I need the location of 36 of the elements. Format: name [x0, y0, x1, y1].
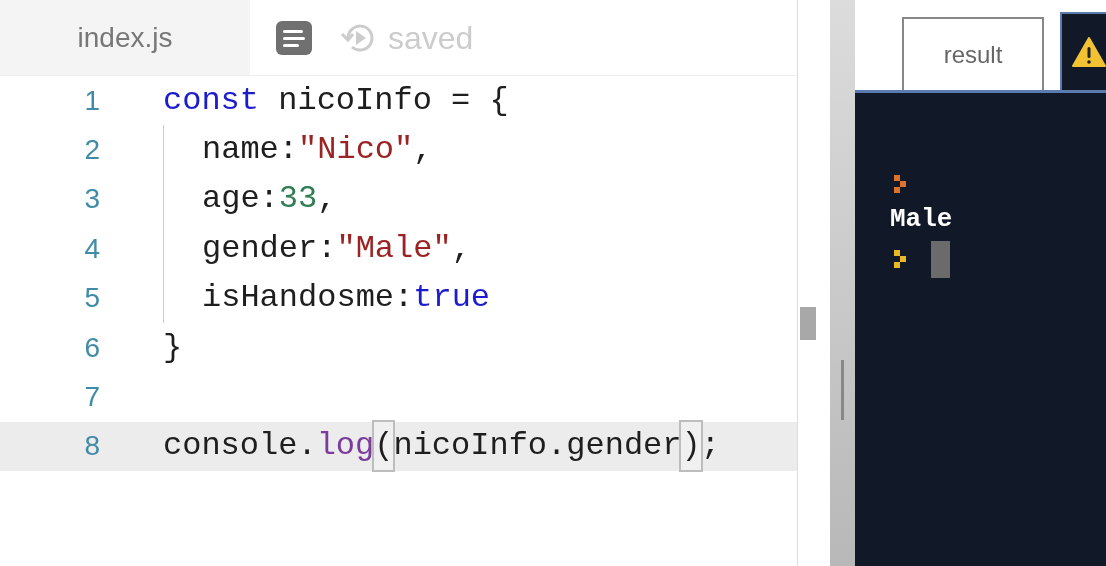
- scrollbar-thumb[interactable]: [800, 307, 817, 340]
- code-token: age:: [202, 179, 279, 220]
- line-number: 2: [83, 133, 100, 168]
- bracket-match: (: [374, 422, 394, 471]
- code-token: const: [163, 80, 259, 121]
- file-tab[interactable]: index.js: [0, 0, 250, 75]
- code-token: ,: [451, 228, 471, 269]
- code-token: ,: [413, 130, 433, 171]
- code-token: isHandosme:: [202, 278, 414, 319]
- result-tab[interactable]: result: [902, 17, 1044, 90]
- warning-tab[interactable]: [1060, 12, 1106, 90]
- format-icon[interactable]: [276, 20, 312, 55]
- line-number: 4: [83, 231, 100, 266]
- code-token: console.: [163, 426, 317, 467]
- code-token: ,: [317, 179, 337, 220]
- code-token: }: [163, 327, 183, 368]
- code-token: true: [413, 278, 491, 319]
- code-token: gender:: [202, 228, 337, 269]
- code-token: log: [316, 426, 375, 467]
- line-number: 5: [83, 281, 100, 316]
- line-number: 8: [83, 429, 100, 464]
- line-number: 3: [83, 182, 100, 217]
- code-token: "Nico": [298, 130, 414, 171]
- code-token: nicoInfo = {: [277, 80, 509, 121]
- line-number: 1: [83, 83, 100, 118]
- code-token: 33: [278, 179, 318, 220]
- code-token: name:: [202, 130, 298, 171]
- line-number: 7: [83, 380, 100, 415]
- bracket-match: ): [681, 422, 701, 471]
- line-number: 6: [83, 330, 100, 365]
- warning-icon: [1072, 37, 1106, 67]
- console-output: Male: [890, 203, 954, 235]
- code-token: "Male": [336, 228, 452, 269]
- code-token: nicoInfo.gender: [393, 426, 682, 467]
- code-token: ;: [700, 426, 720, 467]
- panel-splitter[interactable]: [830, 0, 855, 566]
